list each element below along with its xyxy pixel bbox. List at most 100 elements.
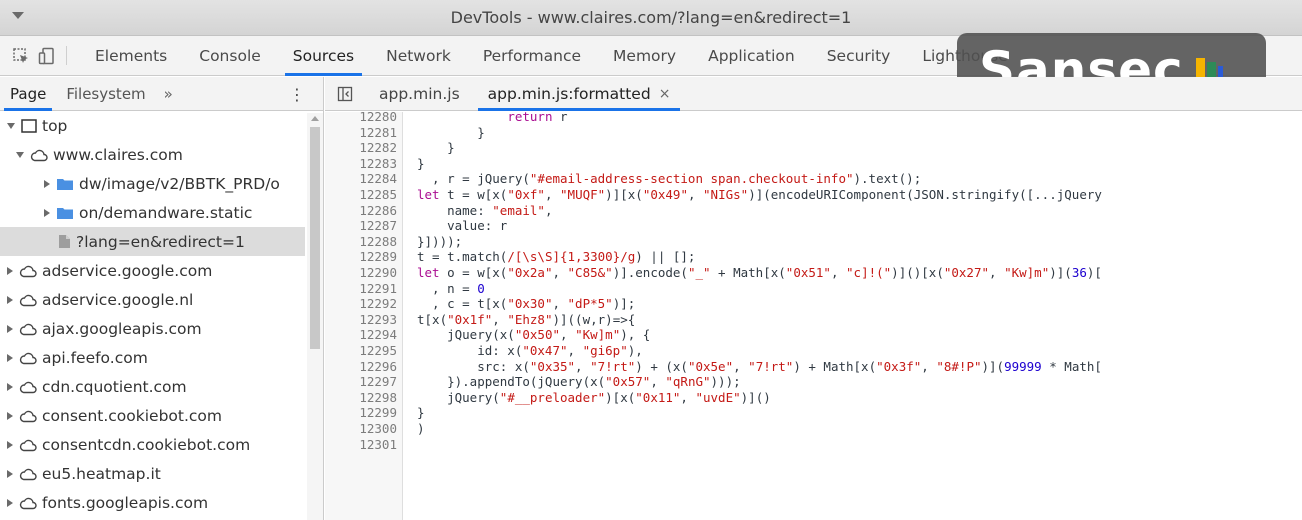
code-token: "_" — [687, 265, 711, 280]
code-token: )]()[x( — [891, 265, 944, 280]
tab-elements[interactable]: Elements — [79, 36, 183, 75]
code-view[interactable]: 12280 return r 12281 } 12282 } 12283} 12284 … — [325, 112, 1302, 520]
cloud-icon — [19, 467, 37, 481]
tree-item[interactable]: adservice.google.com — [0, 256, 305, 285]
tree-item[interactable]: consent.cookiebot.com — [0, 401, 305, 430]
collapse-arrow-icon[interactable] — [7, 440, 13, 449]
collapse-arrow-icon[interactable] — [7, 295, 13, 304]
tree-item-label: www.claires.com — [53, 145, 183, 164]
code-token: , — [830, 265, 847, 280]
code-token: "0x11" — [635, 389, 681, 405]
code-line: return r — [417, 112, 567, 125]
tab-filesystem[interactable]: Filesystem — [56, 77, 155, 110]
code-token: "0x30" — [507, 296, 553, 312]
sidebar-toggle-icon[interactable] — [325, 77, 365, 110]
code-line: name: "email", — [417, 203, 552, 219]
tab-application[interactable]: Application — [692, 36, 811, 75]
code-token: "0x35" — [529, 358, 576, 374]
tree-item[interactable]: www.claires.com — [0, 140, 305, 169]
code-token: "qRnG" — [665, 374, 711, 390]
navigator-scrollbar[interactable] — [307, 113, 323, 520]
expand-arrow-icon[interactable] — [16, 151, 24, 158]
device-toggle-icon[interactable] — [34, 36, 60, 75]
tree-item[interactable]: consentcdn.cookiebot.com — [0, 430, 305, 459]
line-number: 12295 — [359, 343, 397, 358]
collapse-arrow-icon[interactable] — [44, 179, 50, 188]
tree-item[interactable]: api.feefo.com — [0, 343, 305, 372]
cloud-icon — [19, 293, 37, 307]
tree-item-label: eu5.heatmap.it — [42, 464, 161, 483]
tab-security[interactable]: Security — [811, 36, 907, 75]
tab-sources[interactable]: Sources — [277, 36, 370, 76]
code-line: } — [417, 140, 455, 156]
code-line: } — [417, 405, 425, 421]
tab-page[interactable]: Page — [0, 77, 56, 111]
window-menu-icon[interactable] — [12, 12, 24, 19]
inspect-element-icon[interactable] — [8, 36, 34, 75]
code-token: )]; — [612, 296, 636, 312]
code-token: )][x( — [605, 187, 643, 202]
cloud-icon — [19, 380, 37, 394]
collapse-arrow-icon[interactable] — [7, 498, 13, 507]
expand-arrow-icon[interactable] — [7, 122, 15, 129]
tab-network[interactable]: Network — [370, 36, 467, 75]
collapse-arrow-icon[interactable] — [7, 324, 13, 333]
collapse-arrow-icon[interactable] — [7, 382, 13, 391]
scrollbar-thumb[interactable] — [310, 127, 320, 349]
code-token: value: r — [417, 218, 508, 234]
code-token: , — [989, 265, 1005, 280]
code-token: t = t.match( — [417, 249, 508, 265]
tree-item[interactable]: dw/image/v2/BBTK_PRD/o — [0, 169, 305, 198]
editor-tab-label: app.min.js — [379, 84, 460, 103]
code-token: , — [575, 358, 591, 374]
line-number: 12296 — [359, 358, 397, 374]
tree-item[interactable]: eu5.heatmap.it — [0, 459, 305, 488]
line-number: 12300 — [359, 421, 397, 436]
tab-console[interactable]: Console — [183, 36, 277, 75]
code-token: , — [650, 374, 666, 390]
more-tabs-icon[interactable]: » — [156, 77, 181, 110]
cloud-icon — [19, 351, 37, 365]
editor-tabbar: app.min.js app.min.js:formatted × — [325, 77, 1302, 111]
tab-performance[interactable]: Performance — [467, 36, 597, 75]
code-token: 99999 — [1004, 358, 1042, 374]
code-token: } — [417, 155, 425, 171]
line-number: 12282 — [359, 140, 397, 156]
code-token: , — [687, 187, 704, 202]
tree-item-label: api.feefo.com — [42, 348, 148, 367]
line-number: 12289 — [359, 249, 397, 265]
code-line: , r = jQuery("#email-address-section spa… — [417, 171, 921, 187]
code-token: )]() — [740, 389, 771, 405]
code-line: }]))); — [417, 234, 462, 250]
navigator-tabbar: Page Filesystem » ⋮ — [0, 77, 323, 111]
line-number: 12288 — [359, 233, 397, 249]
line-number: 12281 — [359, 124, 397, 140]
code-token: jQuery(x( — [417, 327, 515, 343]
tree-item[interactable]: ajax.googleapis.com — [0, 314, 305, 343]
code-token: "NIGs" — [703, 187, 749, 202]
line-number: 12285 — [359, 187, 397, 202]
collapse-arrow-icon[interactable] — [7, 469, 13, 478]
tree-item[interactable]: adservice.google.nl — [0, 285, 305, 314]
tree-item[interactable]: fonts.googleapis.com — [0, 488, 305, 517]
navigator-menu-icon[interactable]: ⋮ — [289, 77, 305, 111]
scroll-up-icon[interactable] — [311, 116, 319, 121]
tree-item[interactable]: cdn.cquotient.com — [0, 372, 305, 401]
cloud-icon — [19, 264, 37, 278]
tree-item-label: consentcdn.cookiebot.com — [42, 435, 251, 454]
tree-item[interactable]: on/demandware.static — [0, 198, 305, 227]
collapse-arrow-icon[interactable] — [7, 353, 13, 362]
tree-item[interactable]: top — [0, 111, 305, 140]
tab-memory[interactable]: Memory — [597, 36, 692, 75]
line-number: 12294 — [359, 327, 397, 343]
editor-tab[interactable]: app.min.js:formatted × — [474, 77, 685, 111]
collapse-arrow-icon[interactable] — [44, 208, 50, 217]
collapse-arrow-icon[interactable] — [7, 411, 13, 420]
code-token: )[ — [1086, 265, 1102, 280]
code-line: , n = 0 — [417, 281, 485, 297]
collapse-arrow-icon[interactable] — [7, 266, 13, 275]
tree-item[interactable]: ?lang=en&redirect=1 — [0, 227, 305, 256]
editor-tab[interactable]: app.min.js — [365, 77, 474, 110]
close-icon[interactable]: × — [659, 86, 671, 102]
